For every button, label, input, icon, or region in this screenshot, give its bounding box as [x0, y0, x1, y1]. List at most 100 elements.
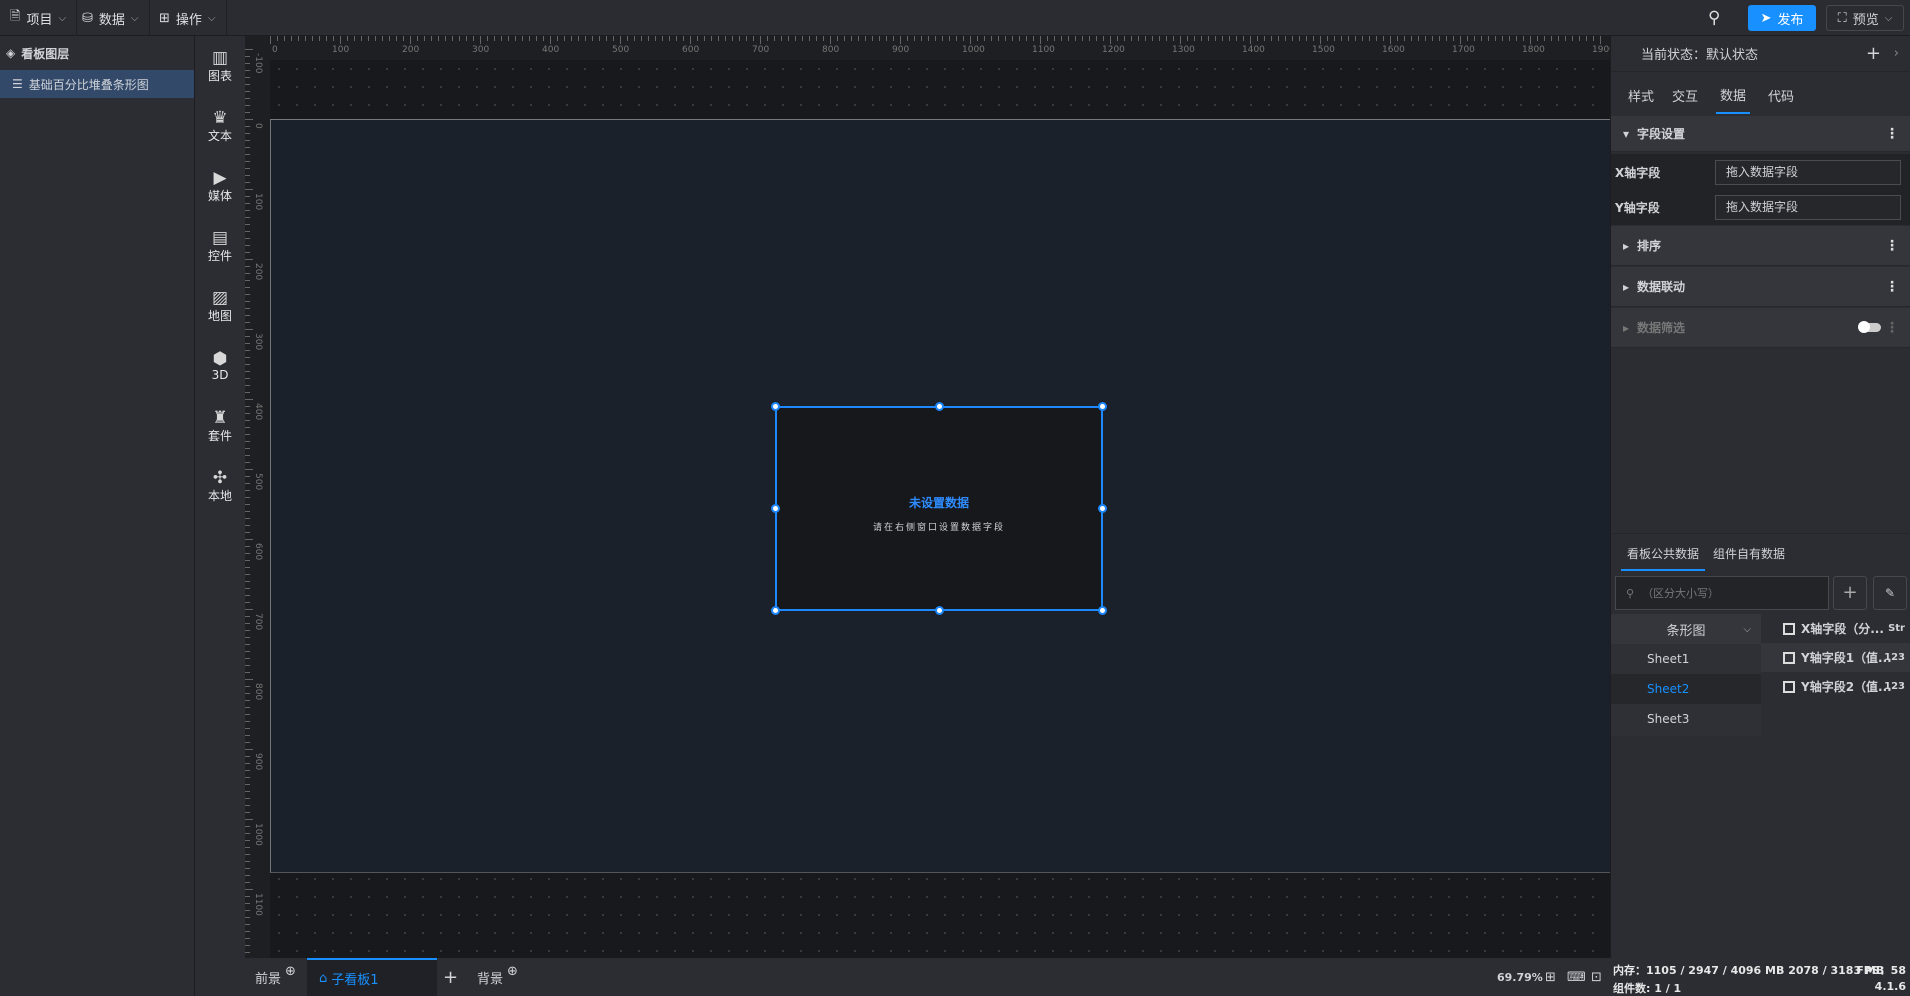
- ruler-tick: [312, 36, 313, 41]
- ruler-tick: [245, 539, 253, 540]
- ruler-tick: [1474, 36, 1475, 41]
- tab-data[interactable]: 数据: [1716, 77, 1751, 114]
- caret-right-icon: ▸: [1623, 279, 1630, 294]
- tool-local[interactable]: ✣ 本地: [195, 456, 245, 516]
- tool-text[interactable]: ♛ 文本: [195, 96, 245, 156]
- vertical-ruler[interactable]: -100 0 100 200 300 400 500 600 700 800 900 1000 1100: [245, 36, 270, 958]
- menu-operation[interactable]: ⊞ 操作 ⌵: [149, 0, 227, 36]
- more-icon[interactable]: ⋮: [1885, 238, 1899, 254]
- sheet-item[interactable]: Sheet1: [1611, 644, 1761, 674]
- ruler-tick: [718, 36, 719, 41]
- more-icon[interactable]: ⋮: [1885, 279, 1899, 295]
- section-filter[interactable]: ▸ 数据筛选 ⋮: [1611, 308, 1910, 348]
- ruler-tick: [417, 36, 418, 41]
- resize-handle[interactable]: [771, 606, 780, 615]
- tab-code[interactable]: 代码: [1768, 78, 1794, 113]
- tool-control[interactable]: ▤ 控件: [195, 216, 245, 276]
- sheet-item-active[interactable]: Sheet2: [1611, 674, 1761, 704]
- tool-kit[interactable]: ♜ 套件: [195, 396, 245, 456]
- tab-public-data[interactable]: 看板公共数据: [1621, 534, 1706, 571]
- ruler-tick: [245, 833, 250, 834]
- ruler-tick: [1537, 36, 1538, 41]
- filter-toggle[interactable]: [1858, 321, 1881, 333]
- tab-background[interactable]: 背景 ⊕: [477, 958, 518, 996]
- add-circle-icon[interactable]: ⊕: [507, 964, 518, 979]
- ruler-tick: [949, 36, 950, 41]
- more-icon[interactable]: ⋮: [1885, 320, 1899, 336]
- ruler-tick: [1439, 36, 1440, 41]
- add-circle-icon[interactable]: ⊕: [285, 964, 296, 979]
- field-item[interactable]: Y轴字段1（值... 123: [1761, 643, 1910, 672]
- horizontal-ruler[interactable]: 0 100 200 300 400 500 600 700 800 900 1000 1100 1200…: [245, 36, 1615, 60]
- tab-own-data[interactable]: 组件自有数据: [1713, 534, 1785, 571]
- tool-media[interactable]: ▶ 媒体: [195, 156, 245, 216]
- zoom-level[interactable]: 69.79%: [1497, 958, 1543, 996]
- tab-foreground[interactable]: 前景 ⊕: [255, 958, 296, 996]
- ruler-label: 600: [682, 45, 700, 55]
- layers-title: 看板图层: [21, 46, 70, 61]
- field-item[interactable]: X轴字段（分... Str: [1761, 614, 1910, 643]
- ruler-tick: [245, 756, 250, 757]
- ruler-tick: [245, 182, 250, 183]
- layers-icon: ◈: [6, 46, 16, 60]
- ruler-tick: [1215, 36, 1216, 41]
- preview-button[interactable]: ⛶ 预览 ⌵: [1826, 5, 1904, 31]
- tab-subboard[interactable]: ⌂ 子看板1: [307, 958, 437, 996]
- resize-handle[interactable]: [935, 606, 944, 615]
- checkbox[interactable]: [1783, 651, 1795, 664]
- ruler-tick: [1201, 36, 1202, 41]
- tool-chart[interactable]: ▥ 图表: [195, 36, 245, 96]
- tab-interaction[interactable]: 交互: [1672, 78, 1698, 113]
- tool-map[interactable]: ▨ 地图: [195, 276, 245, 336]
- resize-handle[interactable]: [1098, 504, 1107, 513]
- section-linkage[interactable]: ▸ 数据联动 ⋮: [1611, 267, 1910, 307]
- checkbox[interactable]: [1783, 622, 1795, 635]
- resize-handle[interactable]: [771, 402, 780, 411]
- ruler-tick: [473, 36, 474, 41]
- y-field-input[interactable]: 拖入数据字段: [1715, 194, 1901, 220]
- ruler-tick: [245, 651, 250, 652]
- tool-3d[interactable]: ⬢ 3D: [195, 336, 245, 396]
- file-icon: 🗎: [10, 9, 21, 24]
- ruler-tick: [655, 36, 656, 41]
- ruler-tick: [245, 609, 253, 610]
- resize-handle[interactable]: [1098, 402, 1107, 411]
- resize-handle[interactable]: [771, 504, 780, 513]
- field-item[interactable]: Y轴字段2（值... 123: [1761, 672, 1910, 701]
- search-icon[interactable]: ⚲: [1708, 8, 1720, 28]
- chevron-right-icon[interactable]: ›: [1894, 46, 1899, 61]
- add-state-button[interactable]: +: [1866, 43, 1881, 64]
- add-board-button[interactable]: +: [443, 958, 458, 996]
- ruler-tick: [245, 931, 250, 932]
- checkbox[interactable]: [1783, 680, 1795, 693]
- sheet-item[interactable]: Sheet3: [1611, 704, 1761, 734]
- ruler-tick: [1502, 36, 1503, 41]
- publish-button[interactable]: ➤ 发布: [1748, 5, 1816, 31]
- edit-icon[interactable]: ✎: [1873, 576, 1907, 610]
- ruler-tick: [245, 553, 250, 554]
- layer-item[interactable]: ☰ 基础百分比堆叠条形图: [0, 70, 194, 98]
- ruler-tick: [676, 36, 677, 41]
- tab-style[interactable]: 样式: [1628, 78, 1654, 113]
- add-data-button[interactable]: +: [1833, 576, 1867, 610]
- x-field-input[interactable]: 拖入数据字段: [1715, 159, 1901, 185]
- selected-chart-component[interactable]: 未设置数据 请在右侧窗口设置数据字段: [771, 402, 1107, 615]
- resize-handle[interactable]: [935, 402, 944, 411]
- ruler-tick: [879, 36, 880, 41]
- menu-data[interactable]: ⛁ 数据 ⌵: [72, 0, 150, 36]
- ruler-tick: [245, 917, 250, 918]
- data-search-input[interactable]: ⚲ （区分大小写）: [1615, 576, 1829, 610]
- more-icon[interactable]: ⋮: [1885, 126, 1899, 142]
- section-sort[interactable]: ▸ 排序 ⋮: [1611, 226, 1910, 266]
- dataset-select[interactable]: 条形图 ⌵: [1611, 614, 1761, 644]
- ruler-tick: [245, 791, 250, 792]
- ruler-tick: [1369, 36, 1370, 41]
- section-field-settings[interactable]: ▾ 字段设置 ⋮: [1611, 116, 1910, 152]
- menu-project[interactable]: 🗎 项目 ⌵: [0, 0, 78, 36]
- terminal-icon[interactable]: ⊡: [1591, 958, 1602, 996]
- resize-handle[interactable]: [1098, 606, 1107, 615]
- ruler-tick: [725, 36, 726, 41]
- keyboard-icon[interactable]: ⌨: [1567, 958, 1586, 996]
- fit-screen-icon[interactable]: ⊞: [1545, 958, 1556, 996]
- ruler-tick: [1488, 36, 1489, 41]
